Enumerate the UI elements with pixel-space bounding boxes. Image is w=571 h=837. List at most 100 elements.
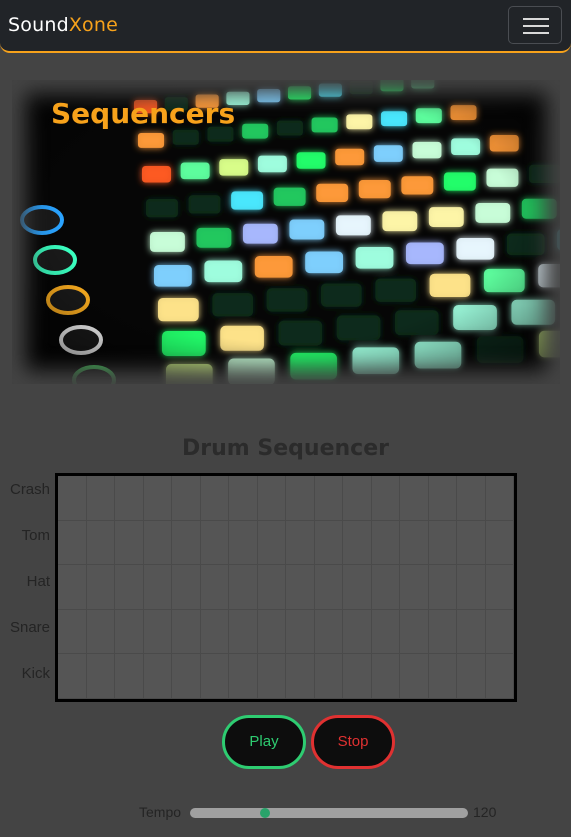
step-cell[interactable] [343, 654, 372, 699]
step-cell[interactable] [485, 476, 514, 521]
step-cell[interactable] [457, 609, 486, 655]
step-cell[interactable] [286, 654, 315, 699]
step-cell[interactable] [86, 565, 115, 610]
row-label-snare: Snare [9, 619, 50, 636]
step-cell[interactable] [485, 609, 514, 655]
tempo-value: 120 [473, 804, 497, 820]
step-cell[interactable] [286, 565, 315, 610]
step-cell[interactable] [115, 565, 144, 610]
step-cell[interactable] [229, 476, 258, 521]
step-cell[interactable] [257, 609, 286, 655]
row-label-hat: Hat [26, 573, 50, 590]
step-cell[interactable] [58, 520, 87, 566]
step-cell[interactable] [343, 565, 372, 610]
step-cell[interactable] [428, 609, 457, 655]
hamburger-bar [523, 32, 549, 34]
step-cell[interactable] [343, 520, 372, 566]
play-button[interactable]: Play [222, 715, 306, 769]
step-cell[interactable] [257, 565, 286, 610]
step-cell[interactable] [143, 520, 172, 566]
step-cell[interactable] [314, 609, 343, 655]
step-cell[interactable] [58, 654, 87, 699]
step-cell[interactable] [172, 654, 201, 699]
step-cell[interactable] [343, 476, 372, 521]
step-cell[interactable] [485, 565, 514, 610]
step-cell[interactable] [115, 654, 144, 699]
step-cell[interactable] [86, 476, 115, 521]
step-cell[interactable] [400, 565, 429, 610]
step-cell[interactable] [457, 565, 486, 610]
step-cell[interactable] [229, 565, 258, 610]
step-cell[interactable] [200, 654, 229, 699]
step-cell[interactable] [457, 520, 486, 566]
hamburger-bar [523, 25, 549, 27]
hero-banner: Sequencers [12, 80, 560, 384]
step-cell[interactable] [86, 654, 115, 699]
tempo-slider-thumb[interactable] [259, 808, 270, 818]
step-cell[interactable] [428, 654, 457, 699]
step-cell[interactable] [428, 565, 457, 610]
step-cell[interactable] [172, 609, 201, 655]
step-cell[interactable] [229, 609, 258, 655]
brand-name-part2: Xone [68, 14, 119, 36]
step-cell[interactable] [172, 520, 201, 566]
step-cell[interactable] [58, 565, 87, 610]
step-cell[interactable] [314, 476, 343, 521]
step-cell[interactable] [143, 609, 172, 655]
step-cell[interactable] [457, 654, 486, 699]
hero-title: Sequencers [51, 97, 236, 130]
step-cell[interactable] [400, 520, 429, 566]
navbar: SoundXone [0, 0, 571, 53]
step-cell[interactable] [86, 520, 115, 566]
step-cell[interactable] [400, 654, 429, 699]
step-cell[interactable] [143, 654, 172, 699]
brand-logo[interactable]: SoundXone [8, 14, 118, 36]
step-cell[interactable] [428, 476, 457, 521]
step-cell[interactable] [229, 520, 258, 566]
sequencer-title: Drum Sequencer [182, 436, 389, 461]
step-cell[interactable] [485, 654, 514, 699]
step-cell[interactable] [286, 609, 315, 655]
step-cell[interactable] [286, 520, 315, 566]
row-label-tom: Tom [21, 527, 50, 544]
step-cell[interactable] [371, 654, 400, 699]
step-cell[interactable] [172, 476, 201, 521]
step-cell[interactable] [371, 609, 400, 655]
step-cell[interactable] [200, 476, 229, 521]
step-cell[interactable] [229, 654, 258, 699]
step-cell[interactable] [58, 609, 87, 655]
step-cell[interactable] [172, 565, 201, 610]
step-cell[interactable] [428, 520, 457, 566]
step-cell[interactable] [257, 654, 286, 699]
step-cell[interactable] [143, 565, 172, 610]
brand-name-part1: Sound [8, 14, 69, 36]
step-cell[interactable] [86, 609, 115, 655]
tempo-slider[interactable] [190, 808, 468, 818]
step-cell[interactable] [257, 520, 286, 566]
step-cell[interactable] [200, 609, 229, 655]
step-cell[interactable] [58, 476, 87, 521]
step-cell[interactable] [286, 476, 315, 521]
step-cell[interactable] [314, 654, 343, 699]
step-cell[interactable] [115, 520, 144, 566]
step-cell[interactable] [200, 565, 229, 610]
step-cell[interactable] [314, 520, 343, 566]
tempo-label: Tempo [139, 804, 182, 820]
step-cell[interactable] [143, 476, 172, 521]
step-cell[interactable] [400, 609, 429, 655]
hamburger-menu-button[interactable] [508, 6, 562, 44]
step-cell[interactable] [371, 476, 400, 521]
step-cell[interactable] [343, 609, 372, 655]
step-cell[interactable] [400, 476, 429, 521]
step-cell[interactable] [200, 520, 229, 566]
sequencer-grid[interactable] [55, 473, 517, 702]
step-cell[interactable] [457, 476, 486, 521]
step-cell[interactable] [371, 565, 400, 610]
step-cell[interactable] [115, 609, 144, 655]
step-cell[interactable] [115, 476, 144, 521]
step-cell[interactable] [371, 520, 400, 566]
step-cell[interactable] [485, 520, 514, 566]
step-cell[interactable] [257, 476, 286, 521]
step-cell[interactable] [314, 565, 343, 610]
stop-button[interactable]: Stop [311, 715, 395, 769]
